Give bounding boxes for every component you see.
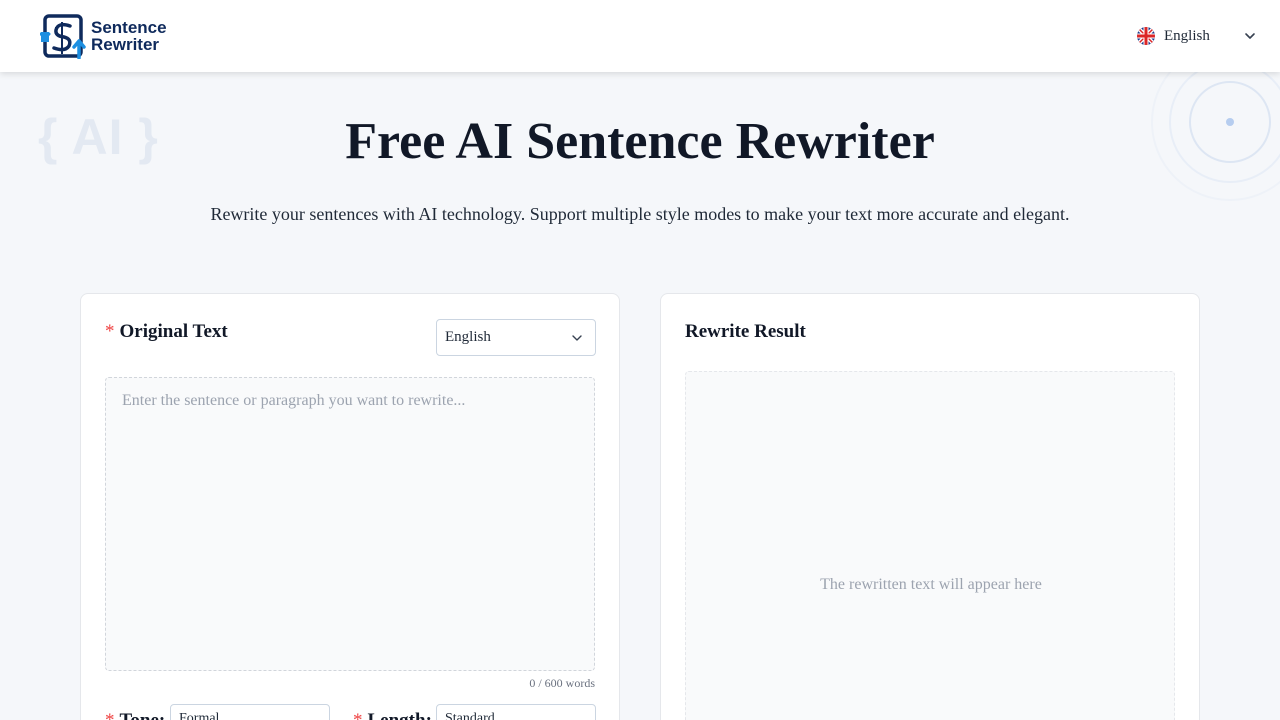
chevron-down-icon: [306, 719, 316, 720]
rewrite-result-card: Rewrite Result The rewritten text will a…: [660, 293, 1200, 720]
chevron-down-icon: [572, 334, 582, 341]
logo-text: Sentence Rewriter: [91, 19, 167, 53]
original-text-input[interactable]: Enter the sentence or paragraph you want…: [105, 377, 595, 671]
logo-text-line2: Rewriter: [91, 35, 160, 54]
original-text-placeholder: Enter the sentence or paragraph you want…: [122, 392, 466, 409]
required-mark: *: [105, 710, 115, 720]
chevron-down-icon: [1245, 33, 1255, 39]
required-mark: *: [353, 710, 363, 720]
original-text-card: * Original Text English Enter the sentenc…: [80, 293, 620, 720]
rewrite-result-placeholder: The rewritten text will appear here: [820, 576, 1042, 593]
uk-flag-icon: [1137, 27, 1155, 45]
input-language-value: English: [445, 329, 491, 345]
logo-s-icon: [40, 14, 86, 59]
page-title: Free AI Sentence Rewriter: [345, 113, 935, 170]
original-text-label: * Original Text: [105, 321, 228, 343]
language-label: English: [1164, 27, 1210, 44]
tone-value: Formal: [179, 711, 220, 720]
site-header: Sentence Rewriter English: [0, 0, 1280, 72]
length-select[interactable]: Standard: [436, 704, 596, 720]
required-mark: *: [105, 321, 115, 342]
language-switcher[interactable]: English: [1137, 25, 1256, 47]
length-label: * Length:: [353, 710, 432, 720]
length-label-text: Length:: [368, 710, 432, 720]
site-logo[interactable]: Sentence Rewriter: [40, 13, 167, 59]
chevron-down-icon: [572, 719, 582, 720]
logo-text-line1: Sentence: [91, 18, 167, 37]
original-text-label-text: Original Text: [119, 321, 228, 342]
rewrite-result-output[interactable]: The rewritten text will appear here: [685, 371, 1175, 720]
input-language-select[interactable]: English: [436, 319, 596, 356]
length-value: Standard: [445, 711, 495, 720]
word-counter: 0 / 600 words: [529, 676, 595, 690]
rewrite-result-label: Rewrite Result: [685, 321, 806, 342]
page-subtitle: Rewrite your sentences with AI technolog…: [210, 204, 1070, 224]
tone-label: * Tone:: [105, 710, 165, 720]
tone-label-text: Tone:: [120, 710, 166, 720]
tone-select[interactable]: Formal: [170, 704, 330, 720]
